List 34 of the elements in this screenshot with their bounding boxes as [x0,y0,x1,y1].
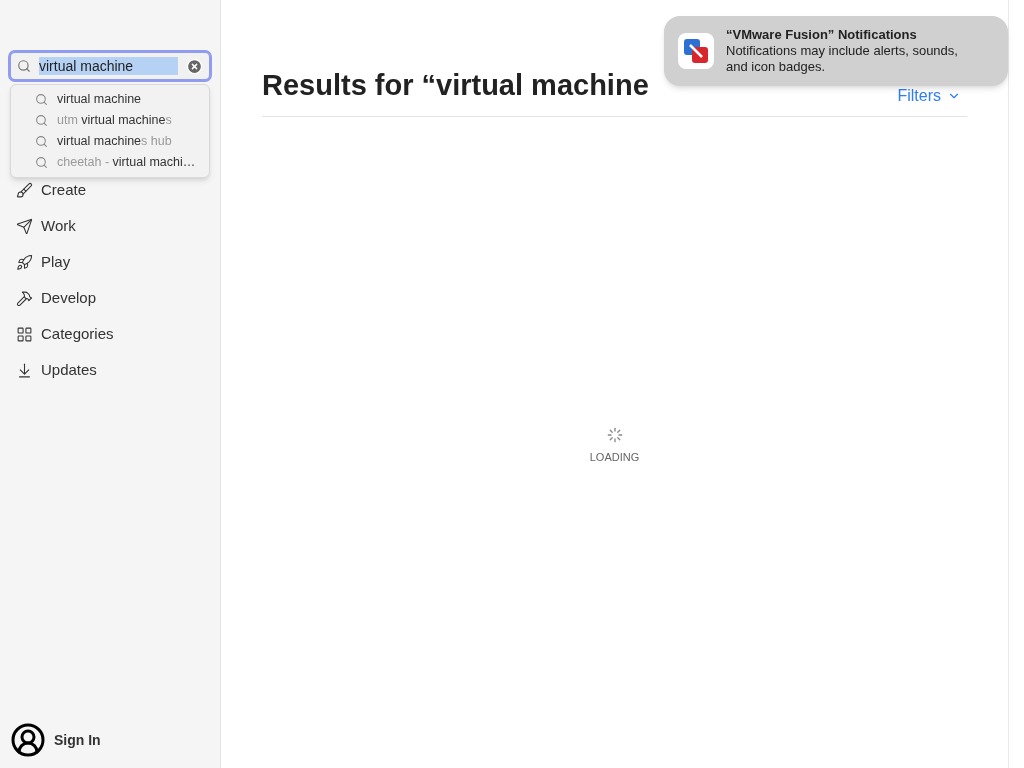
notification-toast[interactable]: “VMware Fusion” Notifications Notifications may include alerts, sounds, and icon badges. [664,16,1008,86]
hammer-icon [16,289,33,307]
search-icon [35,93,48,106]
sidebar-item[interactable]: Updates [16,358,204,382]
search-icon [35,156,48,169]
app-icon [678,33,714,69]
spinner-icon [606,426,623,443]
loading-text: LOADING [589,449,640,465]
notification-title: “VMware Fusion” Notifications [726,27,918,43]
suggestion-item[interactable]: virtual machines hub [11,131,209,152]
filters-button[interactable]: Filters [897,83,961,108]
suggestion-item[interactable]: cheetah - virtual machi… [11,152,209,173]
avatar-icon[interactable] [10,722,46,758]
sidebar-item[interactable]: Work [16,214,204,238]
download-icon [16,361,33,379]
sign-in-link[interactable]: Sign In [54,729,101,751]
search-icon [35,114,48,127]
search-icon [17,59,31,73]
paper-plane-icon [16,217,33,235]
notification-body: Notifications may include alerts, sounds, and icon badges. [726,43,959,75]
results-heading: Results for “virtual machine [262,68,649,103]
clear-icon[interactable] [186,57,203,75]
search-text: virtual machine [39,57,178,75]
search-field[interactable]: virtual machine [8,50,212,82]
rocket-icon [16,253,33,271]
search-icon [35,135,48,148]
sidebar-item[interactable]: Create [16,178,204,202]
sidebar-item[interactable]: Develop [16,286,204,310]
suggestion-item[interactable]: utm virtual machines [11,110,209,131]
brush-icon [16,181,33,199]
grid-icon [16,325,33,343]
sidebar-item[interactable]: Play [16,250,204,274]
suggestion-item[interactable]: virtual machine [11,89,209,110]
sidebar-item[interactable]: Categories [16,322,204,346]
